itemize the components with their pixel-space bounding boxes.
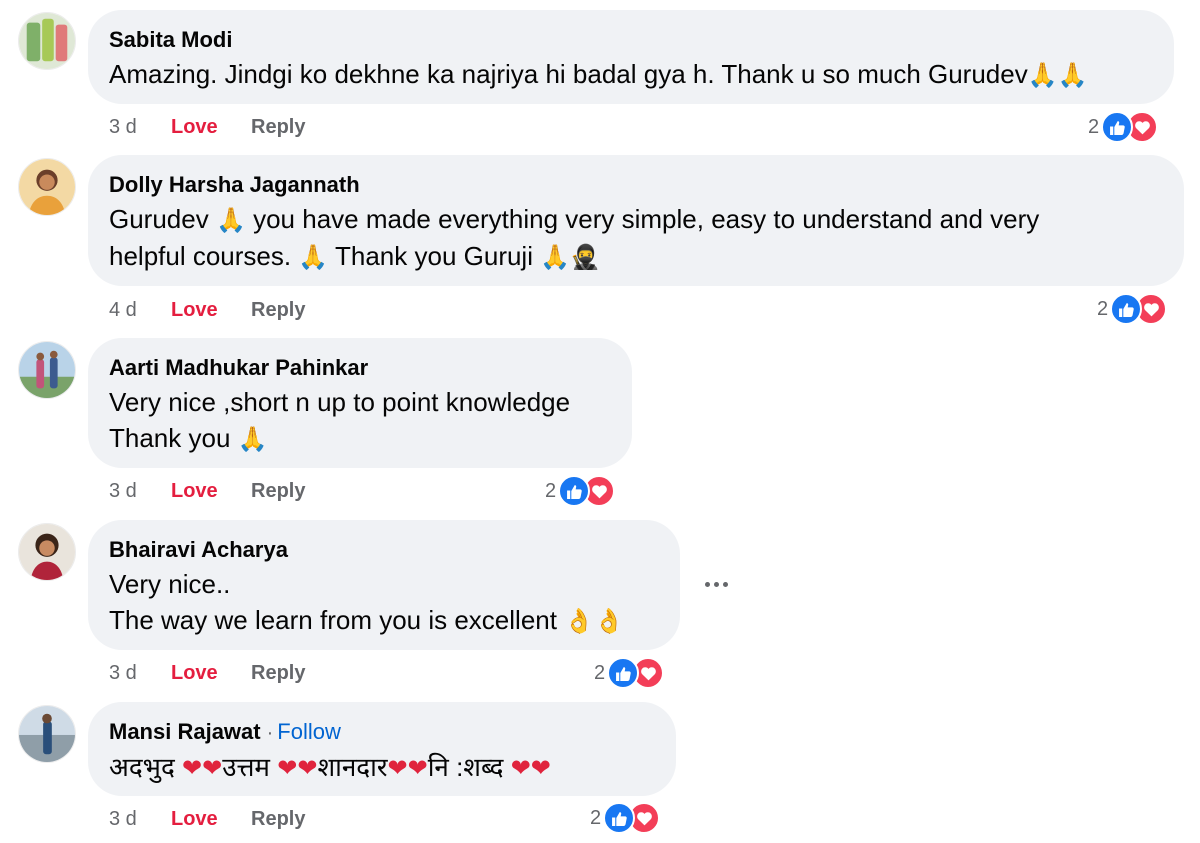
- love-button[interactable]: Love: [171, 478, 218, 504]
- pray-emoji-icon: 🙏: [215, 206, 246, 234]
- pray-emoji-icon: 🙏: [1057, 61, 1088, 89]
- reply-button[interactable]: Reply: [251, 478, 305, 504]
- reaction-summary[interactable]: 2: [590, 801, 661, 835]
- comment-author[interactable]: Dolly Harsha Jagannath: [109, 171, 1162, 199]
- avatar[interactable]: [18, 341, 76, 399]
- timestamp-link[interactable]: 4 d: [109, 297, 137, 323]
- heart-emoji-icon: ❤: [297, 754, 318, 782]
- avatar[interactable]: [18, 12, 76, 70]
- comment-text-body: अदभुद: [109, 752, 175, 782]
- heart-emoji-icon: ❤: [277, 754, 298, 782]
- comment-bubble: Aarti Madhukar Pahinkar Very nice ,short…: [88, 338, 632, 468]
- comment-text-body: The way we learn from you is excellent: [109, 605, 557, 635]
- comment-text-body: Thank you: [109, 423, 231, 453]
- reply-button[interactable]: Reply: [251, 660, 305, 686]
- timestamp-link[interactable]: 3 d: [109, 660, 137, 686]
- comment-text: The way we learn from you is excellent 👌…: [109, 602, 658, 639]
- love-button[interactable]: Love: [171, 114, 218, 140]
- comment-text: Thank you 🙏: [109, 420, 610, 457]
- follow-button[interactable]: Follow: [277, 719, 341, 744]
- comment-text-body: Thank you Guruji: [335, 241, 533, 271]
- avatar[interactable]: [18, 705, 76, 763]
- heart-emoji-icon: ❤: [202, 754, 223, 782]
- comment-text-body: उत्तम: [222, 752, 270, 782]
- pray-emoji-icon: 🙏: [298, 243, 329, 271]
- comment-bubble: Bhairavi Acharya Very nice.. The way we …: [88, 520, 680, 650]
- timestamp-link[interactable]: 3 d: [109, 114, 137, 140]
- pray-emoji-icon: 🙏: [237, 425, 268, 453]
- comment-author[interactable]: Sabita Modi: [109, 26, 1152, 54]
- pray-emoji-icon: 🙏: [1027, 61, 1058, 89]
- ninja-emoji-icon: 🥷: [570, 243, 600, 271]
- comment-text: Amazing. Jindgi ko dekhne ka najriya hi …: [109, 56, 1152, 93]
- comment-text: Gurudev 🙏 you have made everything very …: [109, 201, 1162, 238]
- heart-emoji-icon: ❤: [182, 754, 203, 782]
- like-reaction-icon: [1110, 293, 1143, 325]
- comment-text-body: शानदार: [317, 752, 388, 782]
- heart-emoji-icon: ❤: [387, 754, 408, 782]
- reaction-count: 2: [545, 479, 557, 502]
- comment-text: अदभुद ❤❤उत्तम ❤❤शानदार❤❤नि :शब्द ❤❤: [109, 749, 654, 786]
- heart-emoji-icon: ❤: [510, 754, 531, 782]
- comment-text: helpful courses. 🙏 Thank you Guruji 🙏🥷: [109, 238, 1162, 275]
- comment-author-name[interactable]: Mansi Rajawat: [109, 719, 261, 744]
- comment-text: Very nice ,short n up to point knowledge: [109, 387, 571, 417]
- timestamp-link[interactable]: 3 d: [109, 806, 137, 832]
- reaction-count: 2: [594, 661, 606, 684]
- comment-text-body: helpful courses.: [109, 241, 292, 271]
- reaction-count: 2: [1097, 297, 1109, 320]
- comment-author[interactable]: Bhairavi Acharya: [109, 536, 658, 564]
- heart-emoji-icon: ❤: [530, 754, 551, 782]
- reply-button[interactable]: Reply: [251, 297, 305, 323]
- comment-text-body: you have made everything very simple, ea…: [253, 204, 1040, 234]
- reply-button[interactable]: Reply: [251, 114, 305, 140]
- avatar[interactable]: [18, 523, 76, 581]
- avatar[interactable]: [18, 158, 76, 216]
- love-button[interactable]: Love: [171, 297, 218, 323]
- comment-text: Very nice..: [109, 569, 231, 599]
- comment-bubble: Mansi Rajawat · Follow अदभुद ❤❤उत्तम ❤❤शान…: [88, 702, 676, 796]
- like-reaction-icon: [558, 475, 591, 507]
- pray-emoji-icon: 🙏: [540, 243, 571, 271]
- comment-author[interactable]: Aarti Madhukar Pahinkar: [109, 354, 610, 382]
- comment-text-body: Gurudev: [109, 204, 209, 234]
- like-reaction-icon: [603, 802, 636, 834]
- reaction-summary[interactable]: 2: [545, 474, 616, 508]
- comment-bubble: Dolly Harsha Jagannath Gurudev 🙏 you hav…: [88, 155, 1184, 286]
- heart-emoji-icon: ❤: [407, 754, 428, 782]
- timestamp-link[interactable]: 3 d: [109, 478, 137, 504]
- love-button[interactable]: Love: [171, 660, 218, 686]
- ok-hand-emoji-icon: 👌: [594, 607, 624, 635]
- reaction-count: 2: [590, 806, 602, 829]
- reaction-summary[interactable]: 2: [1088, 110, 1159, 144]
- reaction-summary[interactable]: 2: [1097, 292, 1168, 326]
- comment-text-body: Amazing. Jindgi ko dekhne ka najriya hi …: [109, 59, 1028, 89]
- reply-button[interactable]: Reply: [251, 806, 305, 832]
- comment-bubble: Sabita Modi Amazing. Jindgi ko dekhne ka…: [88, 10, 1174, 104]
- reaction-summary[interactable]: 2: [594, 656, 665, 690]
- follow-separator: ·: [266, 722, 274, 744]
- comment-author: Mansi Rajawat · Follow: [109, 718, 654, 747]
- like-reaction-icon: [607, 657, 640, 689]
- more-options-icon[interactable]: [700, 572, 732, 596]
- ok-hand-emoji-icon: 👌: [564, 607, 595, 635]
- reaction-count: 2: [1088, 115, 1100, 138]
- love-button[interactable]: Love: [171, 806, 218, 832]
- like-reaction-icon: [1101, 111, 1134, 143]
- comment-text-body: नि :शब्द: [427, 752, 504, 782]
